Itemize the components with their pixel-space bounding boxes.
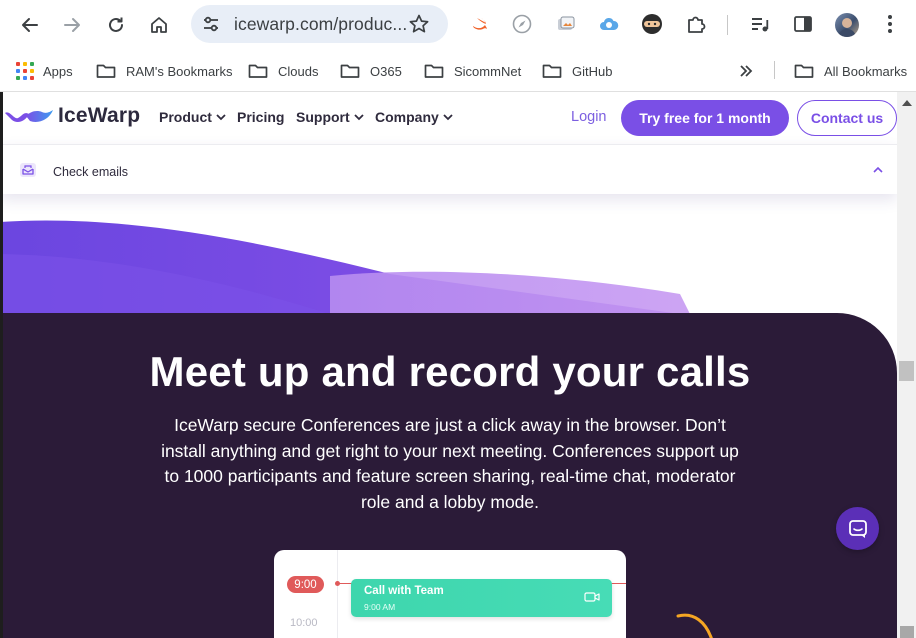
forward-arrow-icon: [64, 18, 80, 32]
nav-pricing[interactable]: Pricing: [237, 109, 284, 125]
nav-label: Pricing: [237, 109, 285, 125]
subnav-label: Check emails: [53, 165, 129, 179]
card-divider: [337, 550, 338, 638]
folder-icon: [248, 64, 268, 78]
chevron-down-icon: [216, 113, 226, 120]
scroll-down-arrow-icon[interactable]: [900, 626, 914, 638]
bookmark-rams-bookmarks[interactable]: RAM's Bookmarks: [96, 60, 233, 82]
contact-us-button[interactable]: Contact us: [797, 100, 897, 136]
folder-icon: [96, 64, 116, 78]
hero-wave-decoration: [0, 220, 690, 314]
swift-extension-icon[interactable]: [469, 13, 491, 35]
folder-icon: [794, 64, 814, 78]
calendar-event[interactable]: Call with Team 9:00 AM: [351, 579, 612, 617]
site-header: IceWarp Product Pricing Support Company …: [0, 92, 897, 144]
chevron-up-icon[interactable]: [872, 164, 884, 176]
nav-label: Company: [375, 109, 439, 125]
chat-icon: [848, 519, 867, 538]
bookmark-apps[interactable]: Apps: [16, 60, 73, 82]
compass-extension-icon[interactable]: [511, 13, 533, 35]
url-text[interactable]: icewarp.com/produc...: [234, 14, 407, 35]
double-chevron-right-icon: [740, 65, 753, 77]
browser-toolbar: icewarp.com/produc...: [0, 0, 916, 50]
bookmark-label: Apps: [43, 63, 73, 79]
open-envelope-icon: [20, 163, 36, 177]
icewarp-logo[interactable]: IceWarp: [4, 104, 140, 128]
home-icon: [151, 17, 167, 33]
bookmarks-separator: [774, 61, 775, 79]
nav-company[interactable]: Company: [375, 109, 453, 125]
bookmark-label: Clouds: [278, 63, 319, 79]
bookmark-o365[interactable]: O365: [340, 60, 402, 82]
profile-avatar[interactable]: [835, 13, 859, 37]
extensions-puzzle-icon[interactable]: [685, 13, 707, 35]
event-time: 9:00 AM: [364, 602, 396, 612]
ninja-extension-icon[interactable]: [641, 13, 663, 35]
bookmark-clouds[interactable]: Clouds: [248, 60, 318, 82]
bookmark-github[interactable]: GitHub: [542, 60, 612, 82]
browser-menu-icon[interactable]: [879, 13, 901, 35]
reload-button[interactable]: [100, 9, 132, 41]
forward-button[interactable]: [56, 9, 88, 41]
bookmark-label: GitHub: [572, 63, 613, 79]
bookmark-label: RAM's Bookmarks: [126, 63, 233, 79]
page-viewport: Meet up and record your calls IceWarp se…: [0, 92, 897, 638]
scroll-up-arrow-icon[interactable]: [902, 100, 912, 106]
folder-icon: [340, 64, 360, 78]
folder-icon: [542, 64, 562, 78]
current-time-dot: [335, 581, 340, 586]
bookmark-sicommnet[interactable]: SicommNet: [424, 60, 521, 82]
hero-description: IceWarp secure Conferences are just a cl…: [161, 415, 739, 512]
calendar-preview-card: 9:00 10:00 Call with Team 9:00 AM: [274, 550, 626, 638]
home-button[interactable]: [143, 9, 175, 41]
side-panel-icon[interactable]: [792, 13, 814, 35]
hero-headline: Meet up and record your calls: [149, 348, 751, 395]
time-slot-label: 10:00: [290, 617, 318, 629]
chevron-down-icon: [354, 113, 364, 120]
all-bookmarks-label: All Bookmarks: [824, 63, 908, 79]
back-arrow-icon: [22, 18, 38, 32]
window-left-edge: [0, 92, 3, 638]
more-bookmarks-button[interactable]: [739, 60, 763, 82]
folder-icon: [424, 64, 444, 78]
login-link[interactable]: Login: [571, 109, 606, 125]
bookmark-star-icon[interactable]: [408, 13, 430, 35]
cloud-sync-extension-icon[interactable]: [598, 13, 620, 35]
video-camera-icon: [584, 592, 600, 602]
bookmarks-bar: Apps RAM's Bookmarks Clouds O365 SicommN…: [0, 50, 916, 90]
scrollbar-thumb[interactable]: [899, 361, 914, 381]
decorative-arc: [676, 613, 713, 638]
toolbar-separator: [727, 15, 728, 35]
nav-support[interactable]: Support: [296, 109, 364, 125]
apps-grid-icon: [16, 62, 34, 80]
chevron-down-icon: [443, 113, 453, 120]
icewarp-logo-icon: [5, 110, 53, 122]
nav-label: Support: [296, 109, 350, 125]
live-chat-button[interactable]: [836, 507, 879, 550]
gallery-extension-icon[interactable]: [555, 13, 577, 35]
bookmark-label: O365: [370, 63, 402, 79]
page-scrollbar[interactable]: [897, 92, 916, 638]
back-button[interactable]: [14, 9, 46, 41]
product-subnav[interactable]: Check emails: [0, 144, 897, 194]
bookmark-label: SicommNet: [454, 63, 522, 79]
nav-product[interactable]: Product: [159, 109, 226, 125]
current-time-badge: 9:00: [287, 576, 324, 593]
try-free-button[interactable]: Try free for 1 month: [621, 100, 789, 136]
site-info-icon[interactable]: [199, 12, 223, 36]
event-title: Call with Team: [364, 585, 444, 597]
reload-icon: [109, 17, 123, 32]
nav-label: Product: [159, 109, 212, 125]
media-queue-icon[interactable]: [749, 13, 771, 35]
all-bookmarks-button[interactable]: All Bookmarks: [794, 60, 907, 82]
logo-text: IceWarp: [58, 104, 141, 127]
address-bar[interactable]: icewarp.com/produc...: [191, 5, 448, 43]
